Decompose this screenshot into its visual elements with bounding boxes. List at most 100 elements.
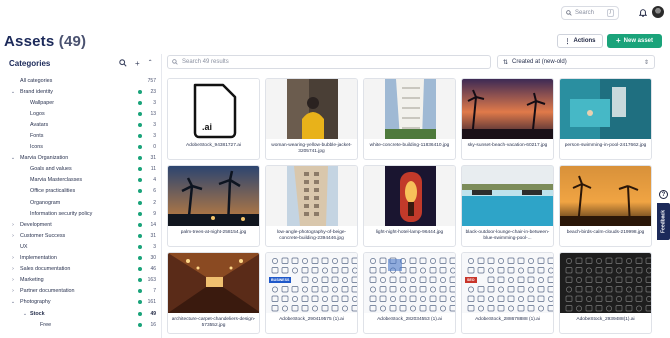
sidebar-item[interactable]: › Sales documentation 46 [0, 264, 162, 275]
asset-card[interactable]: black-outdoor-lounge-chair-in-between-bl… [461, 165, 554, 247]
sidebar-item-count: 9 [153, 210, 156, 217]
asset-filename: AdobeStock_290419575 (1).ai [279, 317, 344, 322]
sidebar-item[interactable]: All categories 757 [0, 75, 162, 86]
chevron-right-icon[interactable]: › [10, 222, 16, 228]
sidebar-item[interactable]: › Implementation 30 [0, 253, 162, 264]
thumbnail-tag: BUSINESS [269, 277, 292, 283]
sidebar-item[interactable]: › Development 14 [0, 219, 162, 230]
sidebar-item-count: 2 [153, 199, 156, 206]
help-icon[interactable]: ? [659, 190, 668, 199]
sidebar-item[interactable]: Goals and values 11 [0, 164, 162, 175]
asset-card[interactable]: palm-trees-at-night-258154.jpg [167, 165, 260, 247]
collapse-icon[interactable]: ⌃ [148, 59, 153, 68]
sidebar-item[interactable]: Organogram 2 [0, 197, 162, 208]
user-avatar[interactable] [652, 6, 664, 18]
sidebar-item-count: 7 [153, 288, 156, 295]
asset-card[interactable]: architecture-carpet-chandeliers-design-5… [167, 252, 260, 334]
sidebar-item-label: Wallpaper [30, 99, 55, 106]
global-search-placeholder: Search [575, 10, 595, 16]
plus-icon: + [615, 36, 621, 45]
search-icon [566, 10, 572, 16]
asset-thumbnail [462, 253, 553, 313]
sidebar-item-label: Implementation [20, 255, 57, 262]
sidebar-item[interactable]: › Marketing 163 [0, 275, 162, 286]
sidebar-item[interactable]: ⌄ Marvia Organization 31 [0, 153, 162, 164]
asset-thumbnail [560, 253, 651, 313]
bell-icon[interactable] [639, 8, 647, 17]
asset-card[interactable]: woman-wearing-yellow-bubble-jacket-32057… [265, 78, 358, 160]
sidebar-item[interactable]: ⌄ Brand identity 23 [0, 86, 162, 97]
asset-card[interactable]: BUSINESS AdobeStock_290419575 (1).ai [265, 252, 358, 334]
global-search-input[interactable]: Search / [561, 6, 619, 20]
sidebar-item[interactable]: ⌄ Stock 49 [0, 308, 162, 319]
asset-filename: woman-wearing-yellow-bubble-jacket-32057… [271, 143, 352, 154]
asset-card[interactable]: sky-sunset-beach-vacation-60217.jpg [461, 78, 554, 160]
chevron-down-icon[interactable]: ⌄ [22, 311, 28, 317]
actions-label: Actions [573, 38, 596, 44]
asset-card[interactable]: person-swimming-in-pool-2417662.jpg [559, 78, 652, 160]
chevron-down-icon[interactable]: ⌄ [10, 155, 16, 161]
sidebar-item[interactable]: UX 3 [0, 241, 162, 252]
sidebar-item-count: 3 [153, 121, 156, 128]
sidebar-item-count: 3 [153, 133, 156, 140]
sidebar-item-count: 23 [150, 88, 156, 95]
sidebar-item[interactable]: Information security policy 9 [0, 208, 162, 219]
sidebar-item-label: Marvia Masterclasses [30, 177, 83, 184]
asset-filename: low-angle-photography-of-beige-concrete-… [276, 230, 347, 241]
asset-card[interactable]: low-angle-photography-of-beige-concrete-… [265, 165, 358, 247]
feedback-tab[interactable]: Feedback [657, 203, 670, 240]
asset-card[interactable]: AdobeStock_282034553 (1).ai [363, 252, 456, 334]
status-dot [138, 233, 142, 238]
chevron-right-icon[interactable]: › [10, 233, 16, 239]
sidebar-item[interactable]: › Partner documentation 7 [0, 286, 162, 297]
add-category-icon[interactable]: + [135, 59, 140, 68]
chevron-right-icon[interactable]: › [10, 288, 16, 294]
asset-thumbnail [462, 79, 553, 139]
search-shortcut-key: / [606, 9, 614, 17]
new-asset-button[interactable]: + New asset [607, 34, 662, 48]
sidebar-item[interactable]: Fonts 3 [0, 130, 162, 141]
sidebar-item[interactable]: Logos 13 [0, 108, 162, 119]
sidebar-item-label: Photography [20, 299, 51, 306]
status-dot [138, 156, 142, 161]
sidebar-item-label: Office practicalities [30, 188, 76, 195]
sort-select[interactable]: ⇅ Created at (new-old) ⇕ [497, 55, 655, 69]
sidebar-item[interactable]: Icons 0 [0, 142, 162, 153]
chevron-right-icon[interactable]: › [10, 266, 16, 272]
actions-button[interactable]: ⋮ Actions [557, 34, 603, 48]
chevron-down-icon[interactable]: ⌄ [10, 299, 16, 305]
thumbnail-tag: SEO [465, 277, 477, 283]
sidebar-item-count: 3 [153, 243, 156, 250]
sidebar-item[interactable]: Free 16 [0, 319, 162, 330]
chevron-down-icon[interactable]: ⌄ [10, 89, 16, 95]
asset-card[interactable]: light-night-hotel-lamp-96444.jpg [363, 165, 456, 247]
sidebar-item[interactable]: Avatars 3 [0, 119, 162, 130]
asset-card[interactable]: AdobeStock_2939488(1).ai [559, 252, 652, 334]
status-dot [138, 278, 142, 283]
asset-card[interactable]: beach-birds-calm-clouds-219998.jpg [559, 165, 652, 247]
asset-card[interactable]: SEO AdobeStock_288678888 (1).ai [461, 252, 554, 334]
sidebar-item-count: 163 [147, 277, 156, 284]
asset-filename: light-night-hotel-lamp-96444.jpg [375, 230, 444, 235]
chevron-updown-icon: ⇕ [643, 59, 649, 66]
status-dot [138, 122, 142, 127]
sidebar-item-count: 757 [147, 77, 156, 84]
asset-search-input[interactable]: Search 49 results [167, 55, 491, 69]
status-dot [138, 145, 142, 150]
search-icon[interactable] [119, 59, 127, 67]
sidebar-item[interactable]: ⌄ Photography 161 [0, 297, 162, 308]
asset-card[interactable]: white-concrete-building-11836410.jpg [363, 78, 456, 160]
sidebar-item[interactable]: Office practicalities 6 [0, 186, 162, 197]
sidebar-item[interactable]: Marvia Masterclasses 4 [0, 175, 162, 186]
sidebar-item-count: 46 [150, 266, 156, 273]
chevron-right-icon[interactable]: › [10, 255, 16, 261]
asset-thumbnail [364, 166, 455, 226]
sidebar-item[interactable]: › Customer Success 31 [0, 230, 162, 241]
asset-filename: AdobeStock_288678888 (1).ai [475, 317, 540, 322]
chevron-right-icon[interactable]: › [10, 277, 16, 283]
sidebar-item[interactable]: Wallpaper 3 [0, 97, 162, 108]
asset-card[interactable]: .ai AdobeStock_94381727.ai [167, 78, 260, 160]
top-bar: Search / [0, 0, 670, 26]
sidebar-item-count: 13 [150, 110, 156, 117]
search-icon [172, 59, 178, 65]
